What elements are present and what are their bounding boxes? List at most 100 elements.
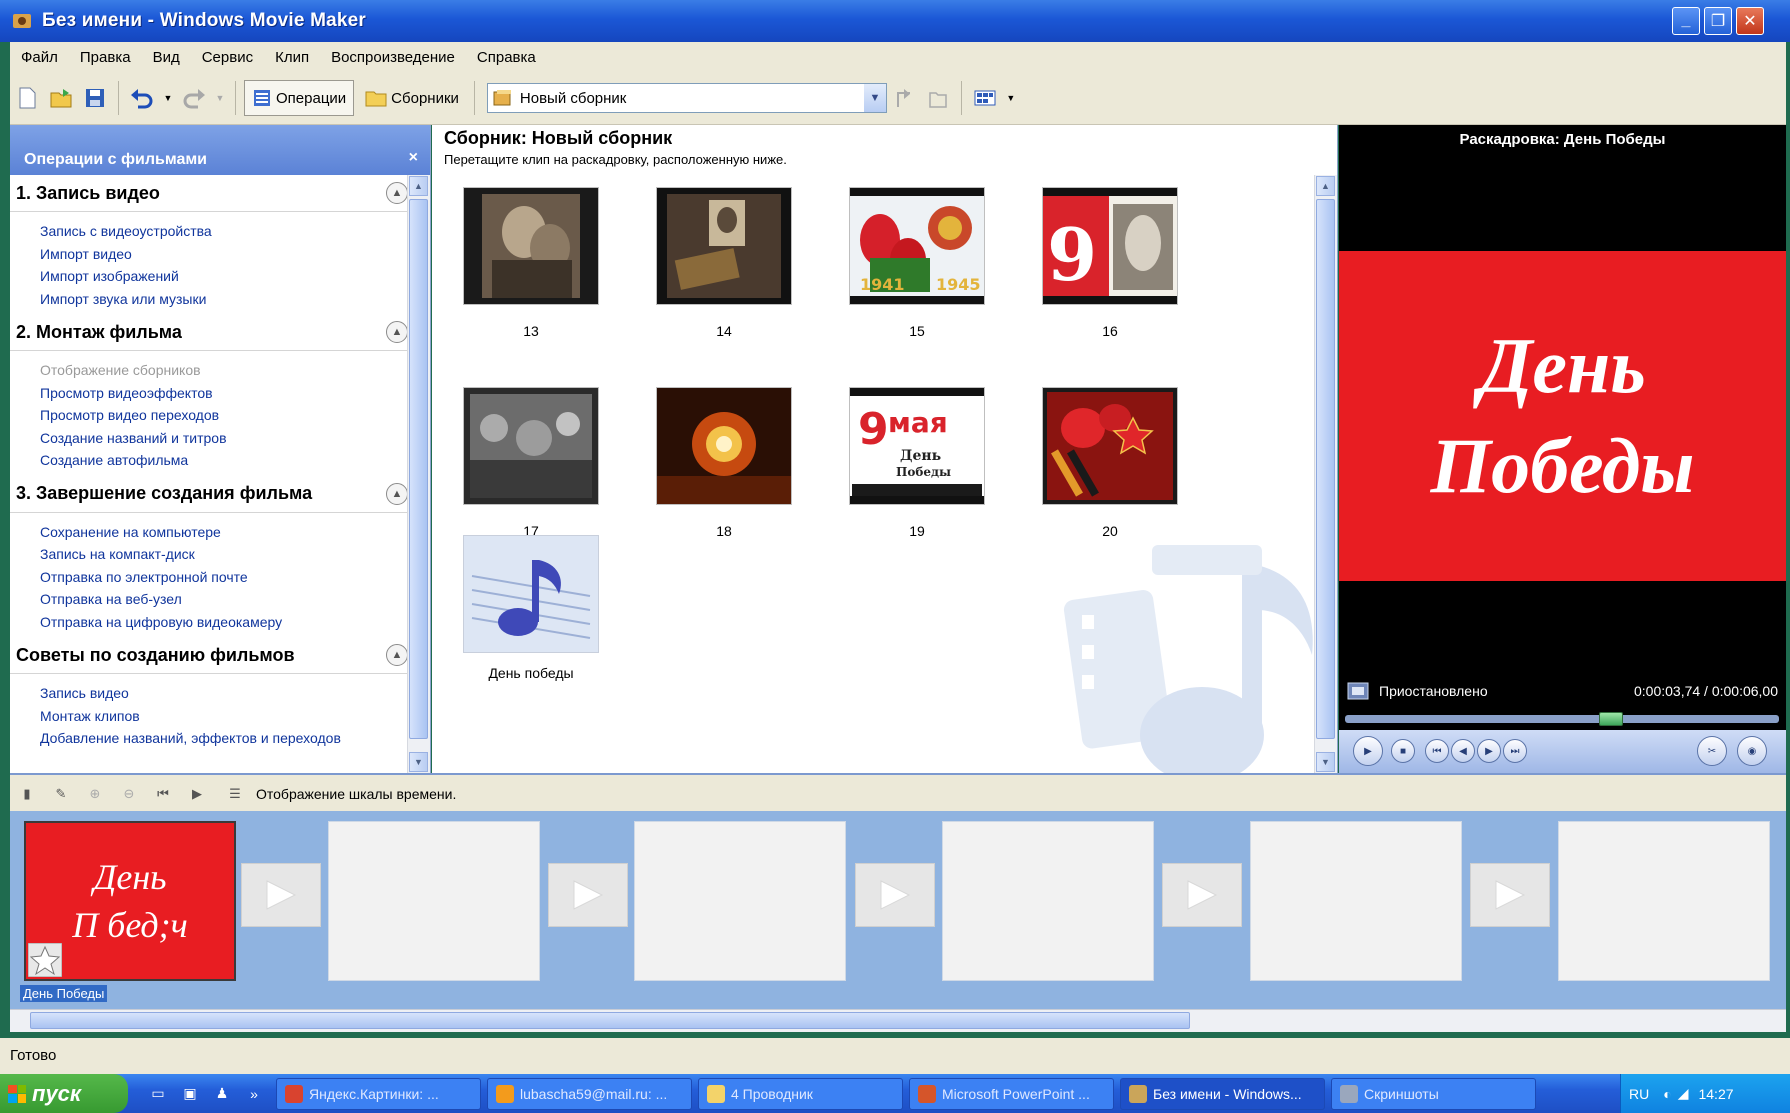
up-level-icon[interactable] <box>891 85 917 111</box>
collection-combo[interactable]: Новый сборник ▼ <box>486 83 887 113</box>
redo-icon[interactable] <box>181 85 207 111</box>
rewind-storyboard-icon[interactable]: ⏮ <box>152 783 174 805</box>
clip-thumbnail[interactable]: 13 <box>463 187 599 339</box>
media-player-icon[interactable]: ▣ <box>179 1083 201 1105</box>
storyboard-slot-empty[interactable] <box>328 821 540 981</box>
taskbar-item[interactable]: 4 Проводник <box>698 1077 903 1110</box>
operations-button[interactable]: Операции <box>244 80 355 116</box>
undo-icon[interactable] <box>129 85 155 111</box>
scroll-up-icon[interactable]: ▲ <box>1316 176 1335 196</box>
more-icon[interactable]: » <box>243 1083 265 1105</box>
clip-thumbnail[interactable]: 18 <box>656 387 792 539</box>
storyboard-scrollbar[interactable] <box>10 1009 1786 1032</box>
undo-dropdown-icon[interactable]: ▼ <box>163 85 173 111</box>
task-link[interactable]: Просмотр видео переходов <box>40 404 430 427</box>
menu-tools[interactable]: Сервис <box>191 49 264 66</box>
network-icon[interactable]: ◢ <box>1678 1085 1689 1102</box>
set-audio-levels-icon[interactable]: ✎ <box>50 783 72 805</box>
collection-scrollbar[interactable]: ▲ ▼ <box>1314 175 1337 773</box>
taskbar-item[interactable]: Microsoft PowerPoint ... <box>909 1077 1114 1110</box>
taskbar-item[interactable]: lubascha59@mail.ru: ... <box>487 1077 692 1110</box>
task-link[interactable]: Отправка на веб-узел <box>40 588 430 611</box>
chevron-up-icon[interactable]: ▲ <box>386 321 408 343</box>
task-link[interactable]: Отправка на цифровую видеокамеру <box>40 611 430 634</box>
close-button[interactable]: ✕ <box>1736 7 1764 35</box>
close-pane-icon[interactable]: × <box>409 149 418 167</box>
maximize-button[interactable]: ❐ <box>1704 7 1732 35</box>
menu-file[interactable]: Файл <box>10 49 69 66</box>
scroll-down-icon[interactable]: ▼ <box>1316 752 1335 772</box>
task-link[interactable]: Импорт звука или музыки <box>40 288 430 311</box>
next-frame-icon[interactable]: ⏭ <box>1503 739 1527 763</box>
open-project-icon[interactable] <box>48 85 74 111</box>
task-link[interactable]: Монтаж клипов <box>40 705 430 728</box>
clip-thumbnail[interactable]: 9 16 <box>1042 187 1178 339</box>
scrollbar-thumb[interactable] <box>1316 199 1335 739</box>
zoom-in-icon[interactable]: ⊕ <box>84 783 106 805</box>
clip-thumbnail[interactable]: 1941 1945 15 <box>849 187 985 339</box>
menu-view[interactable]: Вид <box>142 49 191 66</box>
timeline-icon[interactable]: ☰ <box>224 783 246 805</box>
task-section-title[interactable]: 1. Запись видео ▲ <box>10 175 420 212</box>
task-link[interactable]: Запись с видеоустройства <box>40 220 430 243</box>
volume-icon[interactable]: ◐ <box>1663 1086 1671 1102</box>
seek-bar[interactable] <box>1345 712 1779 726</box>
transition-slot[interactable] <box>241 863 321 927</box>
rewind-icon[interactable]: ◀ <box>1451 739 1475 763</box>
menu-edit[interactable]: Правка <box>69 49 142 66</box>
previous-frame-icon[interactable]: ⏮ <box>1425 739 1449 763</box>
chevron-up-icon[interactable]: ▲ <box>386 644 408 666</box>
new-project-icon[interactable] <box>14 85 40 111</box>
taskbar-item[interactable]: Скриншоты <box>1331 1077 1536 1110</box>
zoom-out-icon[interactable]: ⊖ <box>118 783 140 805</box>
show-timeline-toggle[interactable]: Отображение шкалы времени. <box>256 786 456 802</box>
stop-icon[interactable]: ■ <box>1391 739 1415 763</box>
clip-thumbnail[interactable]: 14 <box>656 187 792 339</box>
task-link[interactable]: Добавление названий, эффектов и переходо… <box>40 727 430 750</box>
task-link[interactable]: Сохранение на компьютере <box>40 521 430 544</box>
task-link[interactable]: Запись на компакт-диск <box>40 543 430 566</box>
task-link[interactable]: Запись видео <box>40 682 430 705</box>
taskbar-item[interactable]: Яндекс.Картинки: ... <box>276 1077 481 1110</box>
transition-slot[interactable] <box>855 863 935 927</box>
clip-thumbnail[interactable]: 17 <box>463 387 599 539</box>
task-link[interactable]: Импорт изображений <box>40 265 430 288</box>
audio-clip-thumbnail[interactable]: День победы <box>463 535 599 681</box>
storyboard-slot-empty[interactable] <box>634 821 846 981</box>
views-dropdown-icon[interactable]: ▼ <box>1006 85 1016 111</box>
tasks-scrollbar[interactable]: ▲ ▼ <box>407 175 430 773</box>
clip-thumbnail[interactable]: 20 <box>1042 387 1178 539</box>
forward-icon[interactable]: ▶ <box>1477 739 1501 763</box>
seek-thumb[interactable] <box>1599 712 1623 726</box>
scrollbar-thumb[interactable] <box>409 199 428 739</box>
collections-button[interactable]: Сборники <box>358 80 466 116</box>
scroll-down-icon[interactable]: ▼ <box>409 752 428 772</box>
task-link[interactable]: Просмотр видеоэффектов <box>40 382 430 405</box>
split-clip-icon[interactable]: ✂ <box>1697 736 1727 766</box>
new-collection-folder-icon[interactable] <box>925 85 951 111</box>
chevron-up-icon[interactable]: ▲ <box>386 182 408 204</box>
play-storyboard-icon[interactable]: ▶ <box>186 783 208 805</box>
minimize-button[interactable]: _ <box>1672 7 1700 35</box>
task-link[interactable]: Отправка по электронной почте <box>40 566 430 589</box>
play-icon[interactable]: ▶ <box>1353 736 1383 766</box>
task-link[interactable]: Создание автофильма <box>40 449 430 472</box>
redo-dropdown-icon[interactable]: ▼ <box>215 85 225 111</box>
scroll-up-icon[interactable]: ▲ <box>409 176 428 196</box>
start-button[interactable]: пуск <box>0 1074 128 1113</box>
narrate-timeline-icon[interactable]: ▮ <box>16 783 38 805</box>
messenger-icon[interactable]: ♟ <box>211 1083 233 1105</box>
take-picture-icon[interactable]: ◉ <box>1737 736 1767 766</box>
task-section-title[interactable]: 3. Завершение создания фильма ▲ <box>10 476 420 513</box>
task-section-title[interactable]: 2. Монтаж фильма ▲ <box>10 314 420 351</box>
transition-slot[interactable] <box>548 863 628 927</box>
task-link[interactable]: Создание названий и титров <box>40 427 430 450</box>
storyboard-slot-filled[interactable]: День П бед;ч <box>24 821 236 981</box>
storyboard-slot-empty[interactable] <box>1250 821 1462 981</box>
chevron-down-icon[interactable]: ▼ <box>863 84 886 112</box>
transition-slot[interactable] <box>1470 863 1550 927</box>
task-link[interactable]: Импорт видео <box>40 243 430 266</box>
taskbar-item-active[interactable]: Без имени - Windows... <box>1120 1077 1325 1110</box>
show-desktop-icon[interactable]: ▭ <box>147 1083 169 1105</box>
chevron-up-icon[interactable]: ▲ <box>386 482 408 505</box>
